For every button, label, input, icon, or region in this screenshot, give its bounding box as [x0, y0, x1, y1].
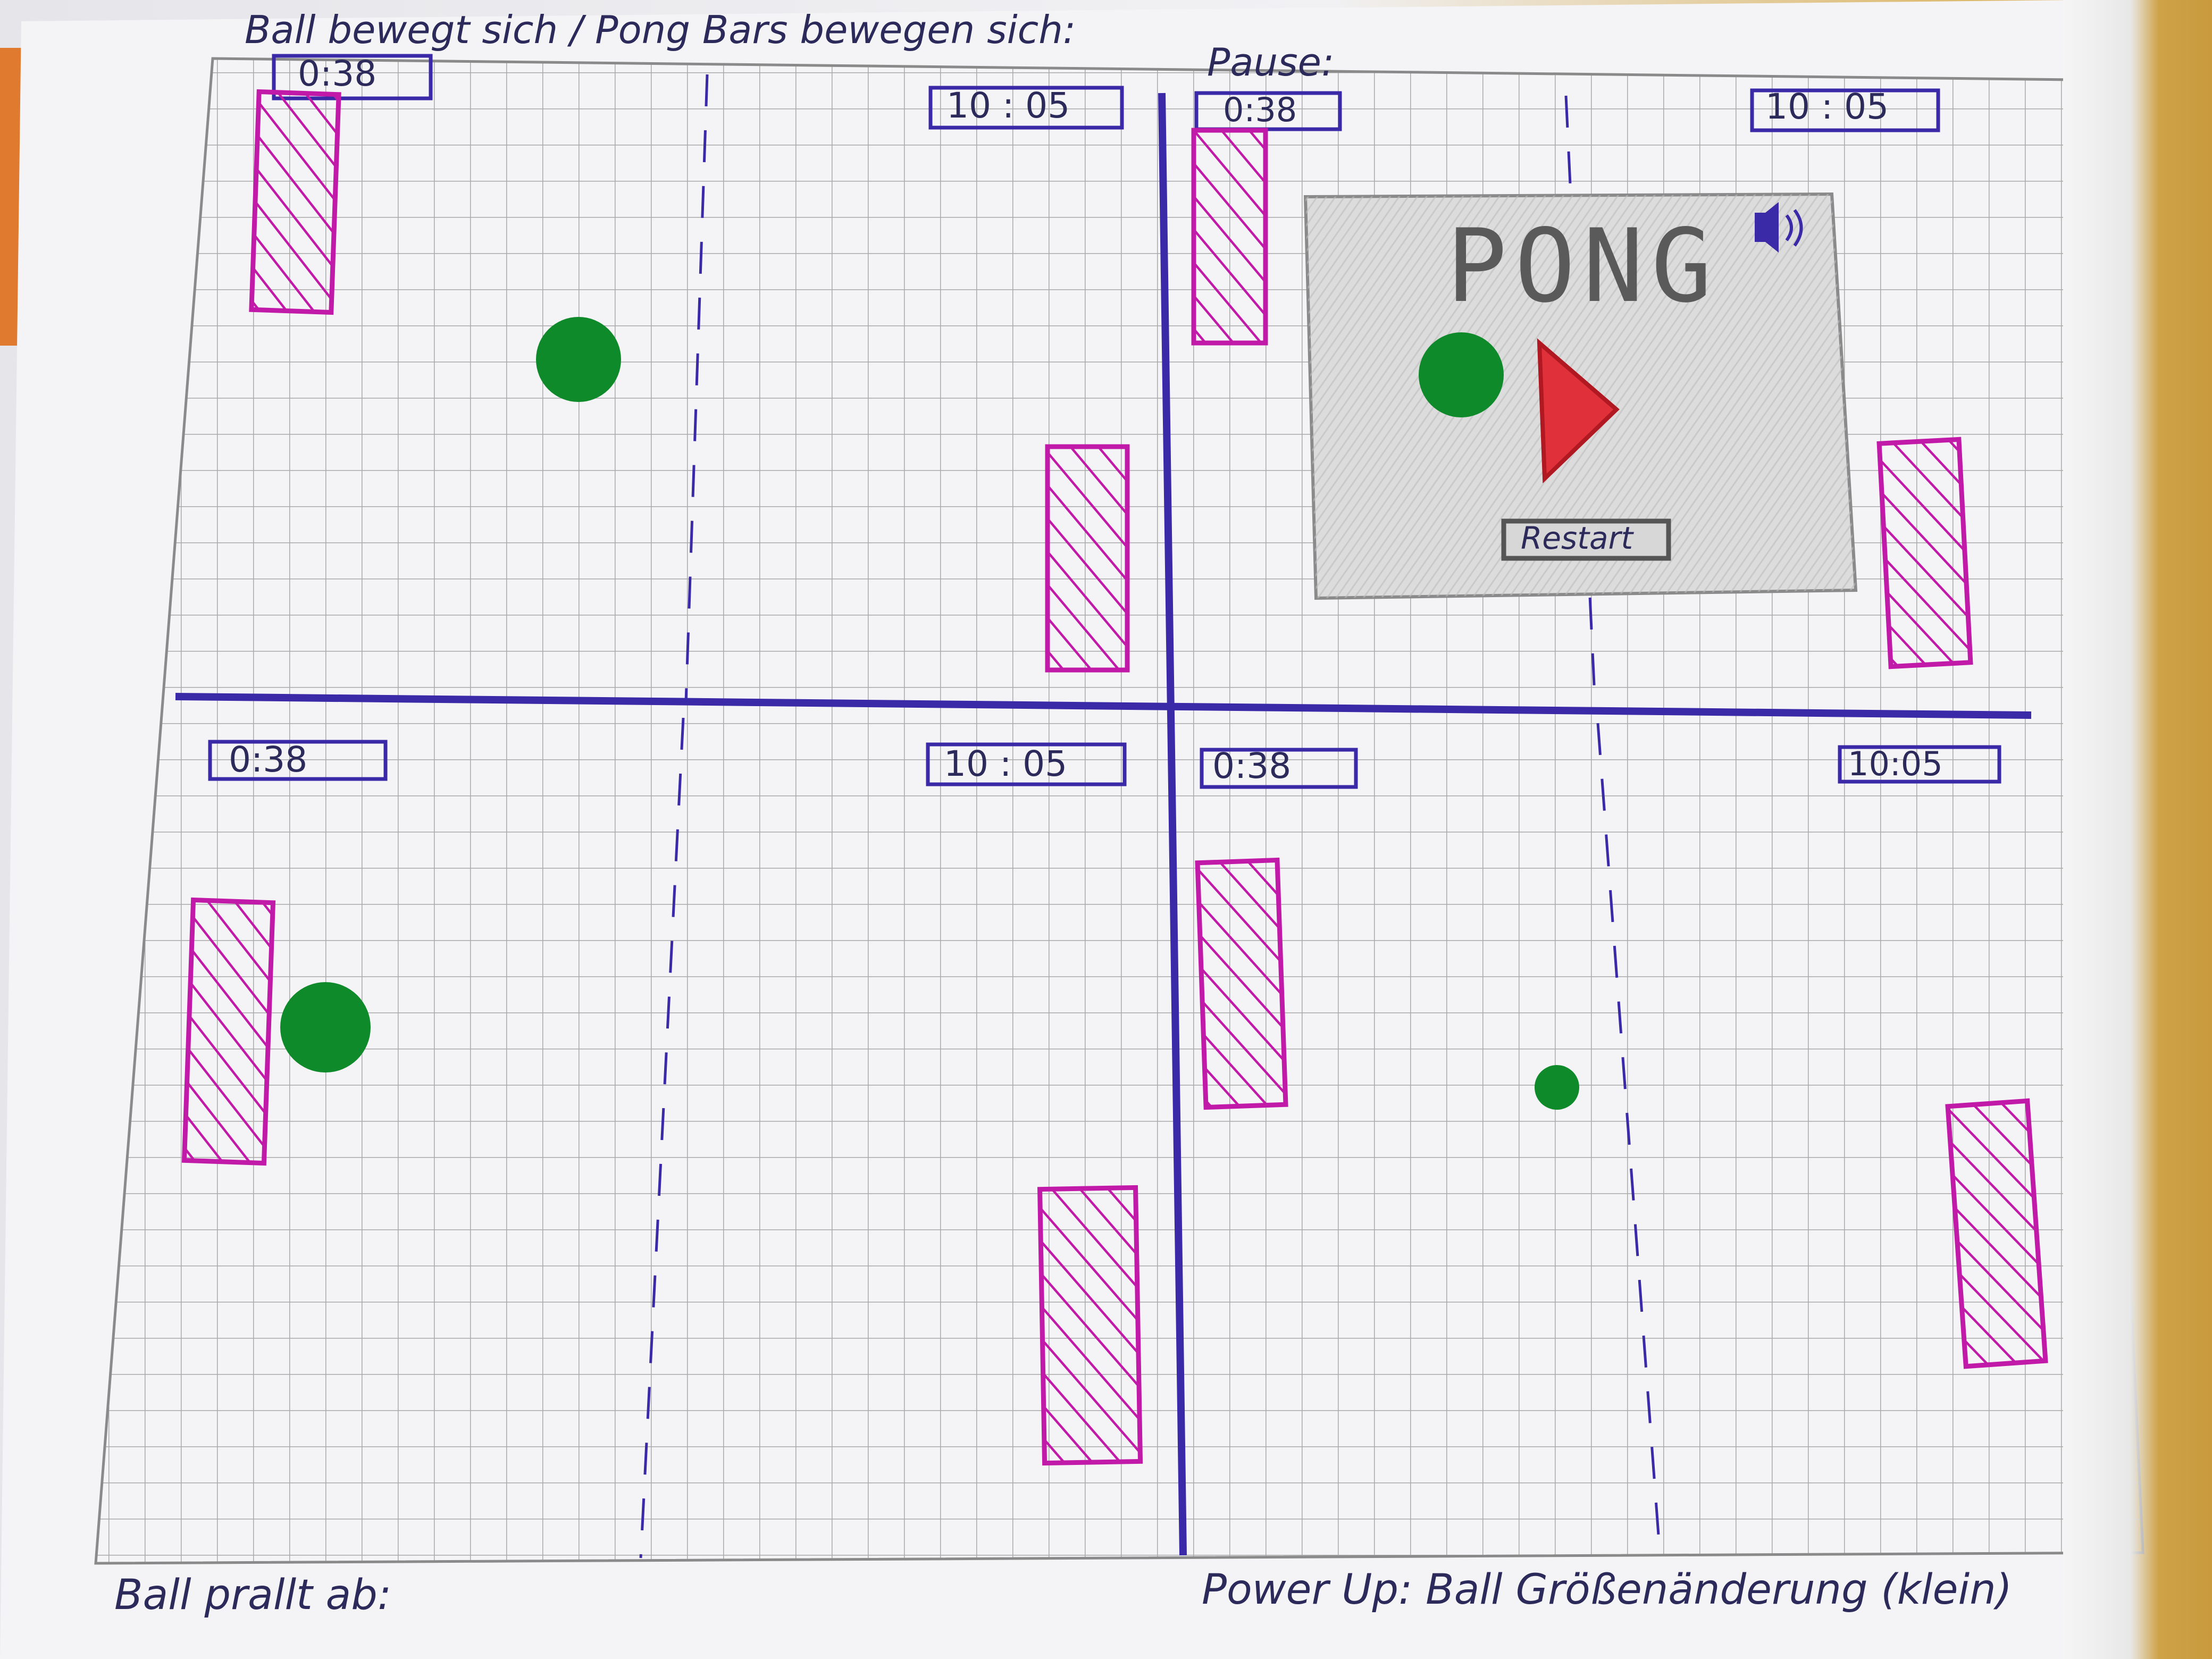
score-panel-2: 10 : 05	[1765, 86, 1889, 127]
ball-panel-3	[280, 982, 371, 1073]
caption-bounce: Ball prallt ab:	[114, 1571, 392, 1619]
ball-panel-2	[1419, 332, 1504, 417]
left-paddle-panel-1	[249, 89, 341, 315]
score-panel-3: 10 : 05	[944, 743, 1068, 784]
score-panel-1: 10 : 05	[946, 85, 1070, 126]
left-paddle-panel-4	[1195, 857, 1288, 1110]
caption-moving: Ball bewegt sich / Pong Bars bewegen sic…	[245, 7, 1076, 52]
restart-button[interactable]: Restart	[1521, 520, 1633, 556]
right-paddle-panel-2	[1876, 437, 1973, 669]
timer-panel-2: 0:38	[1223, 90, 1297, 129]
ball-panel-1	[536, 317, 621, 402]
pause-menu-title: PONG	[1446, 207, 1720, 325]
left-paddle-panel-3	[181, 897, 276, 1166]
caption-pause: Pause:	[1207, 40, 1335, 85]
score-panel-4: 10:05	[1848, 744, 1943, 783]
left-paddle-panel-2	[1191, 128, 1268, 346]
caption-powerup: Power Up: Ball Größenänderung (klein)	[1202, 1566, 2013, 1614]
sketch-canvas	[0, 0, 2144, 1659]
paper-sheet: Ball bewegt sich / Pong Bars bewegen sic…	[0, 0, 2212, 1659]
right-paddle-panel-1	[1045, 444, 1130, 673]
right-paddle-panel-4	[1945, 1098, 2048, 1369]
timer-panel-4: 0:38	[1212, 745, 1292, 786]
timer-panel-1: 0:38	[298, 53, 377, 94]
timer-panel-3: 0:38	[229, 739, 308, 780]
right-paddle-panel-3	[1037, 1185, 1143, 1466]
paper-stack-edge	[2063, 0, 2159, 1659]
ball-panel-4	[1535, 1065, 1579, 1110]
